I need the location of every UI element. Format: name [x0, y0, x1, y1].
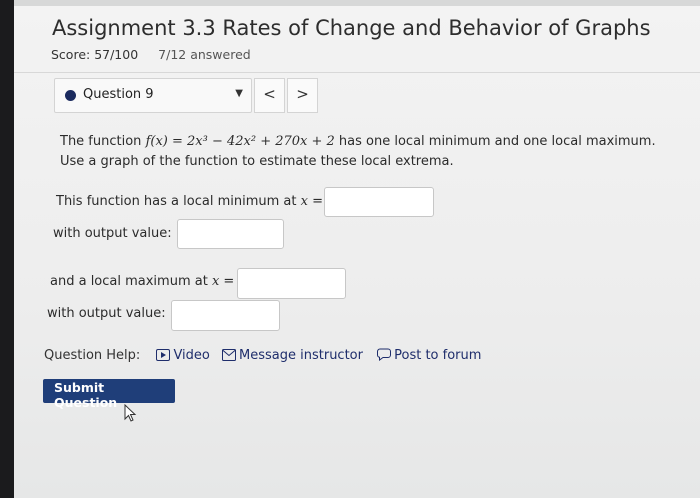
question-help-label: Question Help:: [44, 348, 141, 363]
mouse-pointer-icon: [124, 404, 137, 422]
local-min-output-label: with output value:: [53, 226, 172, 241]
question-status-dot-icon: [65, 90, 76, 101]
score-text: Score: 57/100: [51, 47, 139, 62]
next-question-button[interactable]: >: [287, 78, 318, 113]
local-max-output-label: with output value:: [47, 306, 166, 321]
question-selector[interactable]: Question 9 ▼: [54, 78, 252, 113]
header-divider: [14, 72, 700, 73]
assignment-page: Assignment 3.3 Rates of Change and Behav…: [14, 6, 700, 498]
problem-statement-line1: The function f(x) = 2x³ − 42x² + 270x + …: [60, 134, 656, 149]
speech-bubble-icon: [377, 348, 392, 361]
question-selector-label: Question 9: [83, 87, 154, 102]
local-max-output-input[interactable]: [171, 300, 280, 331]
local-max-x-label: and a local maximum at x =: [50, 274, 235, 289]
local-max-x-input[interactable]: [237, 268, 346, 299]
assignment-title: Assignment 3.3 Rates of Change and Behav…: [52, 16, 651, 40]
caret-down-icon: ▼: [235, 88, 243, 99]
message-instructor-link[interactable]: Message instructor: [222, 348, 367, 363]
problem-statement-line2: Use a graph of the function to estimate …: [60, 154, 454, 169]
question-help: Question Help: Video Message instructor …: [44, 348, 481, 363]
score-line: Score: 57/100 7/12 answered: [51, 47, 251, 62]
function-formula: f(x) = 2x³ − 42x² + 270x + 2: [145, 134, 335, 149]
submit-question-button[interactable]: Submit Question: [43, 379, 175, 410]
video-link[interactable]: Video: [156, 348, 214, 363]
post-to-forum-link[interactable]: Post to forum: [377, 348, 481, 363]
previous-question-button[interactable]: <: [254, 78, 285, 113]
local-min-x-label: This function has a local minimum at x =: [56, 194, 323, 209]
answered-count: 7/12 answered: [158, 47, 251, 62]
local-min-output-input[interactable]: [177, 219, 284, 249]
envelope-icon: [222, 349, 237, 361]
video-icon: [156, 349, 171, 361]
local-min-x-input[interactable]: [324, 187, 434, 217]
screen-bezel: [0, 0, 14, 498]
